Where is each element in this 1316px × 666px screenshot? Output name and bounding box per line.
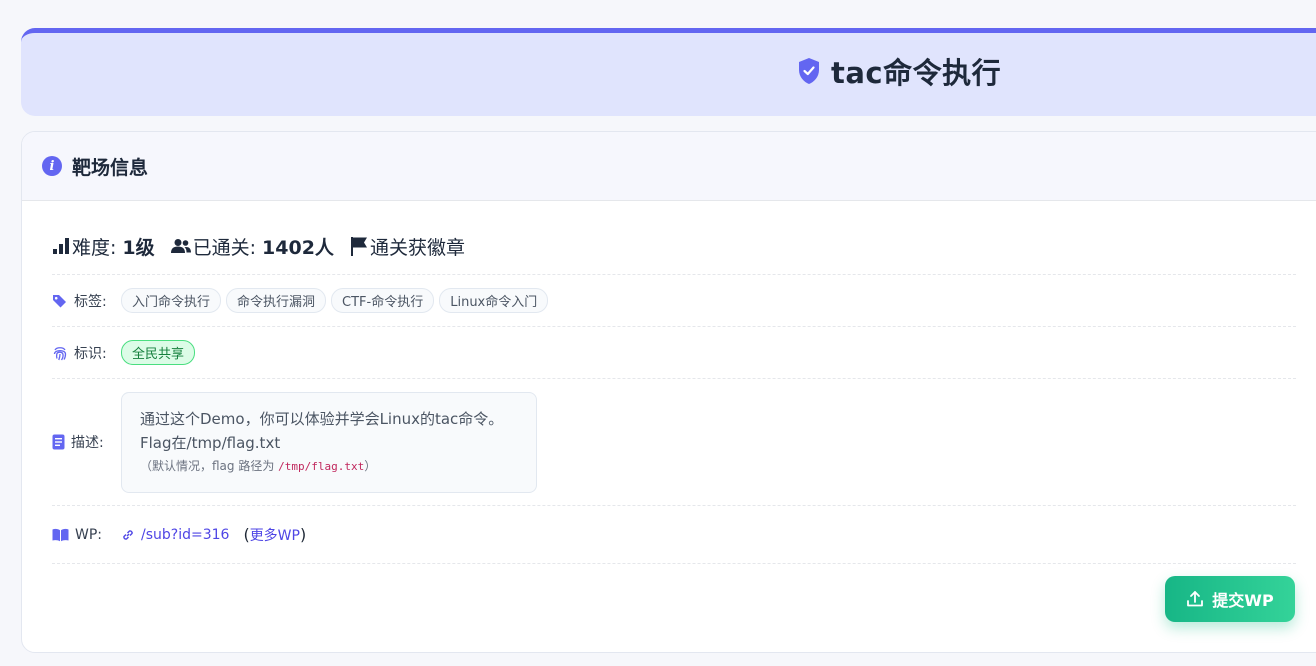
fingerprint-icon (53, 346, 67, 360)
tag-chip[interactable]: Linux命令入门 (439, 288, 549, 313)
flag-icon (350, 237, 367, 256)
stats-row: 难度: 1级 已通关: 1402人 通关获徽章 (52, 218, 1296, 275)
desc-line-2: Flag在/tmp/flag.txt (140, 433, 281, 452)
difficulty-value: 1级 (122, 236, 155, 259)
wp-label-cell: WP: (52, 527, 121, 543)
document-icon (52, 434, 65, 450)
passed-label: 已通关: (192, 236, 257, 259)
range-info-card: i 靶场信息 难度: 1级 已通关: 1402人 通关获徽章 标签: 入门命令执… (21, 131, 1316, 653)
mark-label: 标识: (74, 345, 107, 362)
shield-check-icon (799, 58, 819, 84)
tag-icon (53, 294, 66, 307)
difficulty-label: 难度: (72, 236, 117, 259)
info-card-title: 靶场信息 (72, 156, 149, 179)
tags-label-cell: 标签: (52, 291, 121, 311)
flag-path: /tmp/flag.txt (278, 459, 365, 473)
badge-text: 通关获徽章 (369, 236, 465, 259)
desc-label: 描述: (71, 435, 104, 451)
passed-value: 1402人 (262, 236, 334, 259)
tag-chip[interactable]: 命令执行漏洞 (226, 288, 327, 313)
book-open-icon (52, 528, 69, 541)
tags-label: 标签: (74, 293, 107, 310)
desc-label-cell: 描述: (52, 432, 121, 452)
upload-icon (1187, 591, 1204, 607)
mark-row: 标识: 全民共享 (52, 327, 1296, 379)
title-group: tac命令执行 (797, 50, 1001, 92)
description-row: 描述: 通过这个Demo，你可以体验并学会Linux的tac命令。 Flag在/… (52, 379, 1296, 506)
info-card-header: i 靶场信息 (22, 132, 1316, 201)
desc-note-suffix: ） (364, 458, 377, 473)
wp-row: WP: /sub?id=316 (更多WP) (52, 506, 1296, 564)
passed-stat: 已通关: 1402人 (170, 233, 334, 260)
badge-stat: 通关获徽章 (350, 233, 465, 260)
link-icon (123, 529, 133, 540)
wp-link-text: /sub?id=316 (141, 526, 230, 543)
tag-chip[interactable]: 入门命令执行 (121, 288, 222, 313)
wp-label: WP: (75, 526, 103, 543)
more-wp-link[interactable]: 更多WP (250, 528, 300, 544)
signal-bars-icon (53, 238, 69, 254)
submit-wp-button[interactable]: 提交WP (1165, 576, 1295, 622)
more-wp: (更多WP) (243, 525, 306, 545)
title-banner: tac命令执行 (21, 28, 1316, 116)
more-wp-close: ) (299, 524, 307, 544)
description-box: 通过这个Demo，你可以体验并学会Linux的tac命令。 Flag在/tmp/… (121, 391, 537, 493)
desc-line-1: 通过这个Demo，你可以体验并学会Linux的tac命令。 (140, 409, 504, 428)
users-icon (170, 239, 191, 253)
wp-link[interactable]: /sub?id=316 (121, 527, 229, 543)
difficulty-stat: 难度: 1级 (52, 233, 155, 260)
share-badge: 全民共享 (121, 340, 196, 365)
tag-chip[interactable]: CTF-命令执行 (331, 288, 435, 313)
page-title: tac命令执行 (831, 56, 1002, 90)
tags-row: 标签: 入门命令执行 命令执行漏洞 CTF-命令执行 Linux命令入门 (52, 275, 1296, 327)
desc-note-prefix: （默认情况，flag 路径为 (140, 458, 279, 473)
submit-wp-label: 提交WP (1212, 591, 1274, 610)
desc-note: （默认情况，flag 路径为 /tmp/flag.txt） (140, 455, 518, 478)
mark-label-cell: 标识: (52, 343, 121, 363)
info-icon: i (42, 156, 62, 176)
